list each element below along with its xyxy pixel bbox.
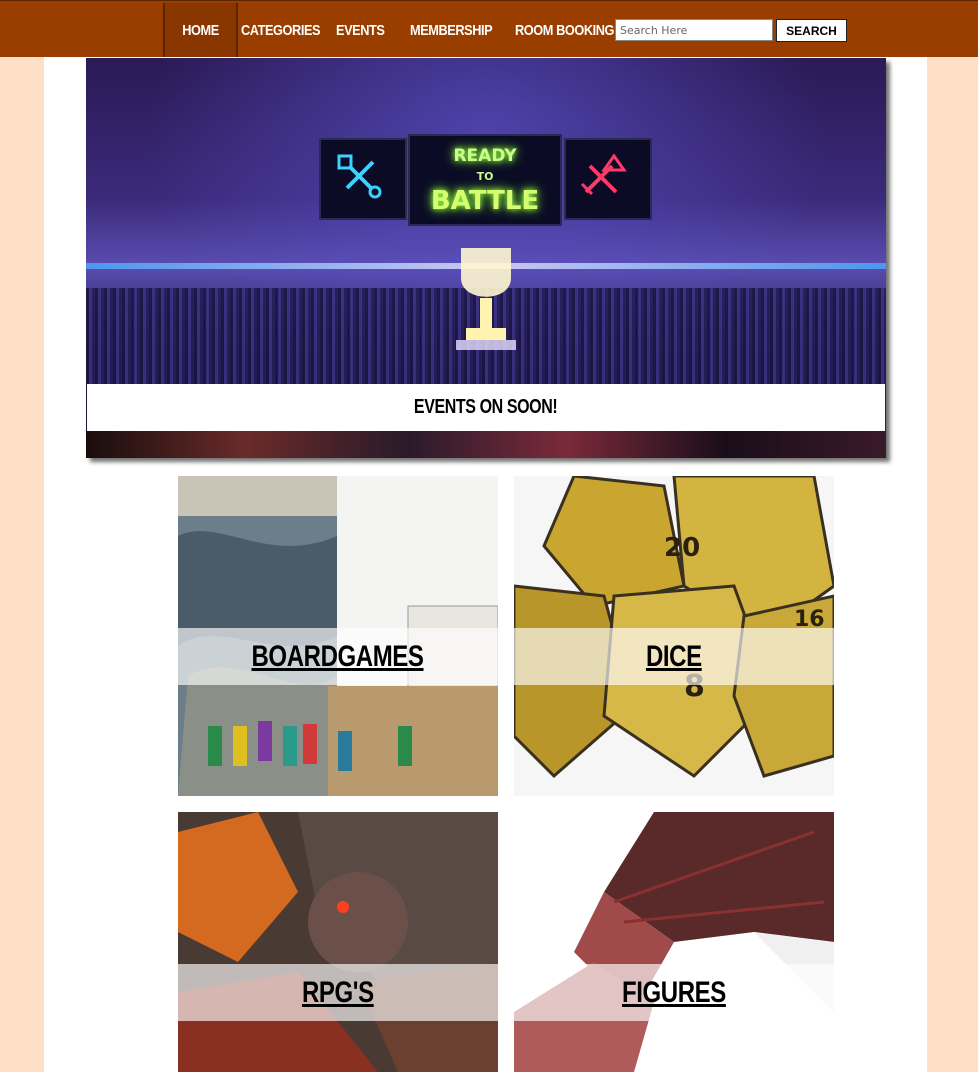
search-button[interactable]: Search <box>776 19 847 42</box>
category-label-band: Dice <box>514 628 834 685</box>
category-title-figures: Figures <box>622 976 726 1009</box>
category-title-boardgames: Boardgames <box>251 640 424 673</box>
category-label-band: RPG's <box>178 964 498 1021</box>
svg-text:20: 20 <box>664 533 700 563</box>
hero-caption: Events on soon! <box>87 384 885 431</box>
screen-battle-text: BATTLE <box>430 186 540 216</box>
figure-dragon-image <box>514 812 834 1072</box>
category-label-band: Boardgames <box>178 628 498 685</box>
screen-ready-text: READY <box>453 146 517 166</box>
category-tile-figures[interactable]: Figures <box>514 812 834 1072</box>
category-tile-rpgs[interactable]: RPG's <box>178 812 498 1072</box>
nav-events-link[interactable]: Events <box>336 3 385 58</box>
category-tile-dice[interactable]: 20 8 16 Dice <box>514 476 834 796</box>
category-title-dice: Dice <box>646 640 702 673</box>
crossed-swords-icon <box>337 154 382 199</box>
top-navbar: Home Categories Events Membership Room B… <box>0 0 978 58</box>
crossed-swords-red-icon <box>580 153 627 196</box>
nav-membership-link[interactable]: Membership <box>410 3 493 58</box>
rpg-dragon-image <box>178 812 498 1072</box>
nav-categories-link[interactable]: Categories <box>241 3 321 58</box>
search-input[interactable] <box>615 19 773 41</box>
screen-to-text: TO <box>476 170 494 183</box>
category-title-rpgs: RPG's <box>302 976 374 1009</box>
center-neon-screen: READY TO BATTLE <box>408 134 562 226</box>
right-neon-screen <box>564 138 652 220</box>
left-neon-screen <box>319 138 407 220</box>
category-tile-boardgames[interactable]: Boardgames <box>178 476 498 796</box>
nav-room-booking-link[interactable]: Room Booking <box>515 3 614 58</box>
trophy-icon <box>456 248 516 350</box>
category-label-band: Figures <box>514 964 834 1021</box>
hero-banner-bottom-strip <box>86 431 886 458</box>
nav-home-link[interactable]: Home <box>163 3 238 58</box>
